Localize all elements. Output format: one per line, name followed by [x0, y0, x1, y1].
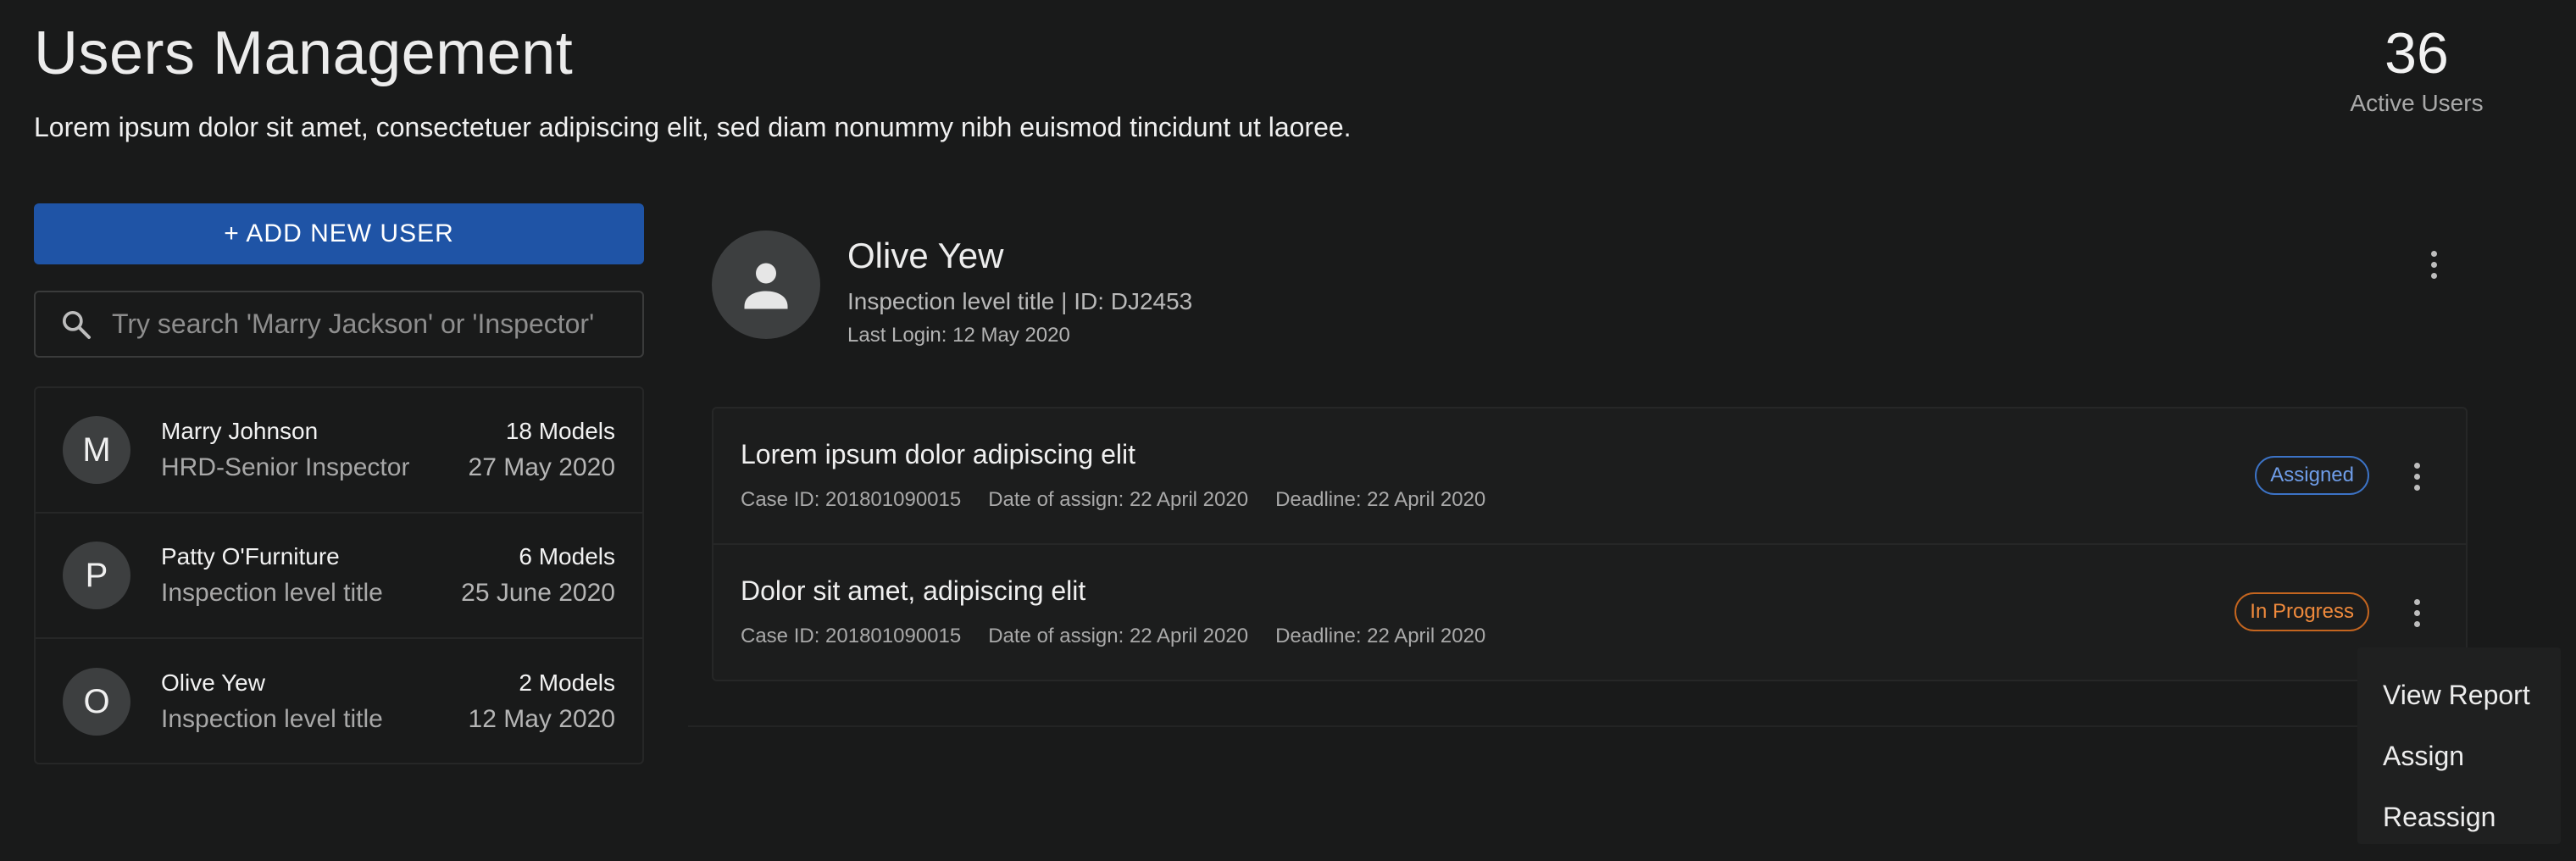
context-menu: View Report Assign Reassign — [2357, 647, 2561, 844]
status-badge: In Progress — [2235, 592, 2369, 631]
users-management-page: Users Management Lorem ipsum dolor sit a… — [0, 0, 2576, 861]
search-input[interactable] — [112, 298, 642, 350]
case-row[interactable]: Lorem ipsum dolor adipiscing elit Case I… — [713, 408, 2466, 545]
status-badge: Assigned — [2255, 456, 2369, 495]
user-list: M Marry Johnson HRD-Senior Inspector 18 … — [34, 386, 644, 764]
divider — [688, 725, 2508, 727]
user-meta: Olive Yew Inspection level title — [161, 669, 469, 734]
case-title: Dolor sit amet, adipiscing elit — [741, 575, 1086, 606]
case-title: Lorem ipsum dolor adipiscing elit — [741, 439, 1135, 469]
case-meta: Case ID: 201801090015 Date of assign: 22… — [741, 625, 1485, 648]
case-row[interactable]: Dolor sit amet, adipiscing elit Case ID:… — [713, 545, 2466, 681]
profile-avatar — [712, 231, 820, 339]
case-more-vertical-icon[interactable] — [2401, 456, 2432, 497]
page-subtitle: Lorem ipsum dolor sit amet, consectetuer… — [34, 112, 1352, 142]
profile-more-vertical-icon[interactable] — [2418, 244, 2449, 285]
avatar: P — [63, 542, 130, 609]
case-deadline: Deadline: 22 April 2020 — [1275, 488, 1486, 511]
user-name: Marry Johnson — [161, 418, 319, 444]
user-stats: 6 Models 25 June 2020 — [461, 543, 615, 608]
list-item-user[interactable]: O Olive Yew Inspection level title 2 Mod… — [36, 639, 642, 763]
case-date-assign: Date of assign: 22 April 2020 — [988, 625, 1249, 647]
user-models-count: 6 Models — [519, 543, 615, 569]
last-login: Last Login: 12 May 2020 — [847, 324, 1070, 347]
user-models-count: 2 Models — [519, 669, 615, 696]
user-date: 12 May 2020 — [468, 705, 615, 733]
user-name: Olive Yew — [161, 669, 265, 696]
list-item-user[interactable]: M Marry Johnson HRD-Senior Inspector 18 … — [36, 388, 642, 514]
profile-title: Inspection level title | ID: DJ2453 — [847, 288, 1193, 314]
case-deadline: Deadline: 22 April 2020 — [1275, 625, 1486, 647]
case-list: Lorem ipsum dolor adipiscing elit Case I… — [712, 407, 2468, 681]
case-meta: Case ID: 201801090015 Date of assign: 22… — [741, 488, 1485, 512]
user-role: Inspection level title — [161, 705, 383, 733]
user-meta: Patty O'Furniture Inspection level title — [161, 543, 461, 608]
menu-item-view-report[interactable]: View Report — [2357, 664, 2561, 725]
user-models-count: 18 Models — [505, 418, 615, 444]
user-role: Inspection level title — [161, 579, 383, 607]
user-meta: Marry Johnson HRD-Senior Inspector — [161, 418, 469, 482]
add-new-user-button[interactable]: + ADD NEW USER — [34, 203, 644, 264]
menu-item-reassign[interactable]: Reassign — [2357, 786, 2561, 847]
user-date: 25 June 2020 — [461, 579, 615, 607]
avatar: M — [63, 416, 130, 484]
person-icon — [744, 263, 788, 309]
search-box — [34, 291, 644, 358]
user-stats: 18 Models 27 May 2020 — [469, 418, 615, 482]
user-name: Patty O'Furniture — [161, 543, 340, 569]
case-id: Case ID: 201801090015 — [741, 625, 962, 647]
case-date-assign: Date of assign: 22 April 2020 — [988, 488, 1249, 511]
profile-name: Olive Yew — [847, 236, 1004, 275]
active-users-stat: 36 Active Users — [2340, 22, 2493, 117]
user-role: HRD-Senior Inspector — [161, 453, 410, 481]
case-more-vertical-icon[interactable] — [2401, 592, 2432, 633]
user-date: 27 May 2020 — [468, 453, 615, 481]
user-stats: 2 Models 12 May 2020 — [469, 669, 615, 734]
menu-item-assign[interactable]: Assign — [2357, 725, 2561, 786]
active-users-count: 36 — [2384, 21, 2449, 86]
case-id: Case ID: 201801090015 — [741, 488, 962, 511]
page-title: Users Management — [34, 19, 574, 87]
avatar: O — [63, 668, 130, 736]
list-item-user[interactable]: P Patty O'Furniture Inspection level tit… — [36, 514, 642, 639]
active-users-label: Active Users — [2350, 90, 2484, 116]
search-icon — [63, 310, 91, 339]
